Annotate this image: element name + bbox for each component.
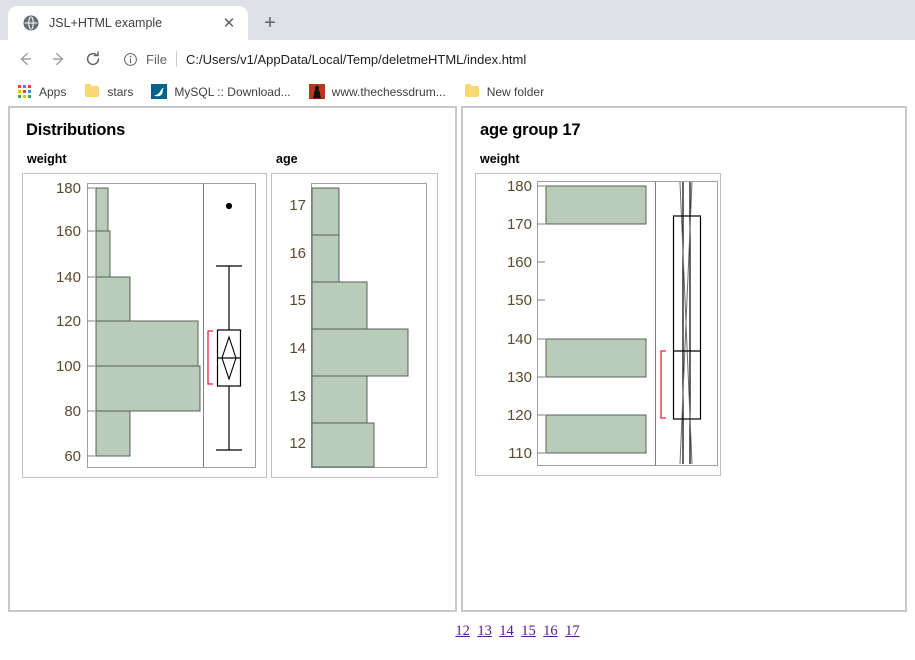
svg-text:16: 16 bbox=[289, 245, 306, 262]
page-title: age group 17 bbox=[480, 121, 581, 139]
chart-dist-age: age 17 16 15 14 13 12 bbox=[271, 152, 438, 478]
chart-frame[interactable]: 180 170 160 150 140 130 120 110 bbox=[475, 173, 721, 476]
svg-text:17: 17 bbox=[289, 197, 306, 214]
address-bar[interactable]: File C:/Users/v1/AppData/Local/Temp/dele… bbox=[118, 46, 905, 72]
histogram-bars bbox=[95, 187, 201, 457]
url-text: C:/Users/v1/AppData/Local/Temp/deletmeHT… bbox=[185, 51, 527, 67]
svg-text:100: 100 bbox=[56, 358, 81, 375]
svg-text:140: 140 bbox=[56, 269, 81, 286]
histogram-svg: 180 160 140 120 100 80 60 bbox=[56, 180, 256, 468]
svg-text:180: 180 bbox=[507, 178, 532, 195]
svg-text:120: 120 bbox=[507, 407, 532, 424]
svg-text:14: 14 bbox=[289, 340, 306, 357]
pager-link-16[interactable]: 16 bbox=[543, 623, 558, 639]
box-plot bbox=[207, 202, 242, 451]
svg-text:140: 140 bbox=[507, 331, 532, 348]
svg-text:120: 120 bbox=[56, 313, 81, 330]
distributions-panel: Distributions weight 180 160 140 120 100… bbox=[8, 106, 457, 612]
svg-text:160: 160 bbox=[56, 223, 81, 240]
pager-link-17[interactable]: 17 bbox=[565, 623, 580, 639]
pager-link-14[interactable]: 14 bbox=[499, 623, 514, 639]
y-axis-ticks: 180 170 160 150 140 130 120 110 bbox=[507, 178, 545, 462]
svg-text:12: 12 bbox=[289, 435, 306, 452]
info-circle-icon[interactable] bbox=[122, 51, 139, 68]
histogram-bars bbox=[311, 187, 409, 468]
svg-text:160: 160 bbox=[507, 254, 532, 271]
svg-text:170: 170 bbox=[507, 216, 532, 233]
reload-button[interactable] bbox=[78, 44, 108, 74]
browser-chrome: JSL+HTML example ✕ + File C:/Users/v1/Ap… bbox=[0, 0, 915, 105]
histogram-svg: 180 170 160 150 140 130 120 110 bbox=[507, 178, 718, 466]
chart-frame[interactable]: 180 160 140 120 100 80 60 bbox=[22, 173, 267, 478]
browser-toolbar: File C:/Users/v1/AppData/Local/Temp/dele… bbox=[0, 40, 915, 78]
svg-text:180: 180 bbox=[56, 180, 81, 197]
omnibox-divider bbox=[175, 51, 177, 67]
bookmark-label: stars bbox=[107, 84, 134, 99]
svg-text:150: 150 bbox=[507, 292, 532, 309]
folder-icon bbox=[464, 83, 480, 100]
svg-text:110: 110 bbox=[508, 445, 532, 462]
mysql-dolphin-icon bbox=[151, 83, 168, 100]
chart-dist-weight: weight 180 160 140 120 100 80 60 bbox=[22, 152, 267, 478]
bookmark-label: Apps bbox=[39, 84, 67, 99]
close-icon[interactable]: ✕ bbox=[220, 14, 238, 32]
y-axis-ticks: 180 160 140 120 100 80 60 bbox=[56, 180, 95, 465]
browser-tab[interactable]: JSL+HTML example ✕ bbox=[8, 6, 248, 40]
forward-button[interactable] bbox=[44, 44, 74, 74]
tab-title: JSL+HTML example bbox=[49, 16, 163, 30]
age-group-panel: age group 17 weight 180 170 160 150 140 … bbox=[461, 106, 907, 612]
y-axis-ticks: 17 16 15 14 13 12 bbox=[289, 197, 306, 452]
svg-text:130: 130 bbox=[507, 369, 532, 386]
bookmark-label: New folder bbox=[486, 84, 545, 99]
chart-group17-weight: weight 180 170 160 150 140 130 120 110 bbox=[475, 152, 721, 476]
box-plot bbox=[660, 181, 702, 465]
outlier-point bbox=[225, 202, 233, 210]
chessdrum-icon bbox=[308, 83, 325, 100]
apps-grid-icon bbox=[16, 84, 32, 100]
tab-strip: JSL+HTML example ✕ + bbox=[0, 6, 915, 40]
pager-link-12[interactable]: 12 bbox=[455, 623, 470, 639]
chart-title: age bbox=[276, 152, 298, 166]
bookmark-label: MySQL :: Download... bbox=[174, 84, 291, 99]
histogram-svg: 17 16 15 14 13 12 bbox=[289, 183, 427, 468]
pager-link-13[interactable]: 13 bbox=[477, 623, 492, 639]
globe-icon bbox=[22, 15, 39, 32]
svg-text:13: 13 bbox=[289, 388, 306, 405]
page-content: Distributions weight 180 160 140 120 100… bbox=[0, 99, 915, 660]
new-tab-button[interactable]: + bbox=[256, 9, 284, 37]
svg-text:80: 80 bbox=[64, 403, 81, 420]
histogram-bars bbox=[545, 185, 647, 454]
charts-row: weight 180 160 140 120 100 80 60 age 17 … bbox=[22, 152, 443, 478]
pagination: 12 13 14 15 16 17 bbox=[120, 612, 915, 640]
svg-text:60: 60 bbox=[64, 448, 81, 465]
chart-title: weight bbox=[27, 152, 67, 166]
svg-text:15: 15 bbox=[289, 292, 306, 309]
charts-row: weight 180 170 160 150 140 130 120 110 bbox=[475, 152, 893, 476]
panels-container: Distributions weight 180 160 140 120 100… bbox=[0, 99, 915, 612]
chart-title: weight bbox=[480, 152, 520, 166]
folder-icon bbox=[84, 83, 100, 100]
pager-link-15[interactable]: 15 bbox=[521, 623, 536, 639]
chart-frame[interactable]: 17 16 15 14 13 12 bbox=[271, 173, 438, 478]
page-title: Distributions bbox=[26, 121, 126, 139]
back-button[interactable] bbox=[10, 44, 40, 74]
bookmark-label: www.thechessdrum... bbox=[331, 84, 446, 99]
url-scheme-label: File bbox=[146, 51, 167, 67]
